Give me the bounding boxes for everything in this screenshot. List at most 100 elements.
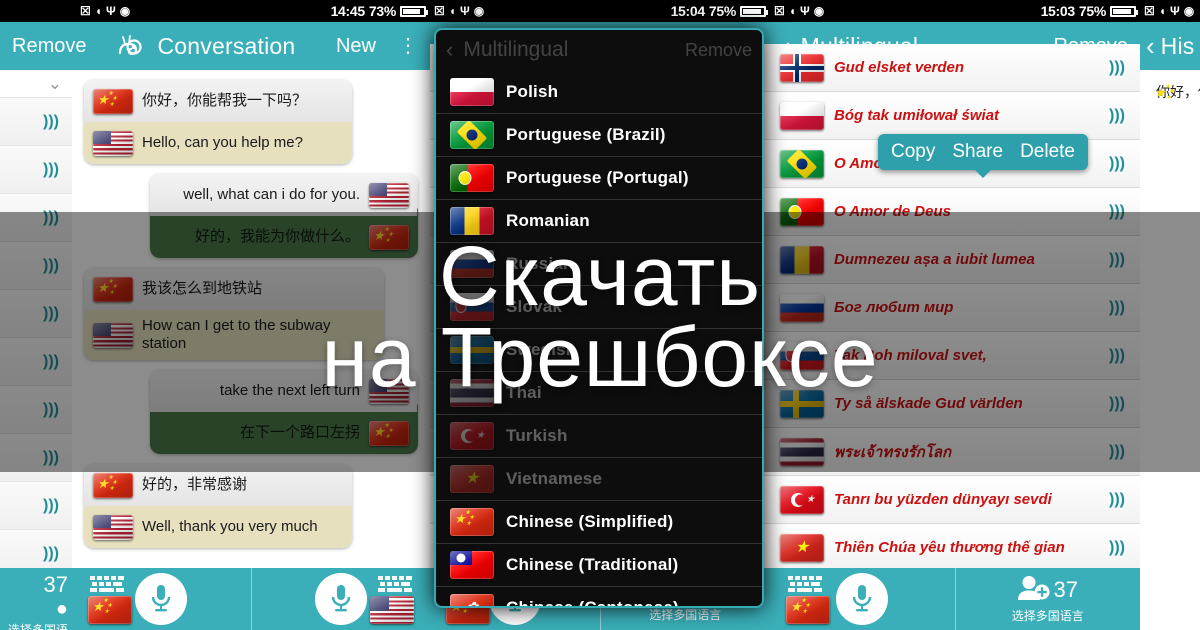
speaker-icon[interactable]: ))) xyxy=(1104,151,1130,177)
language-option[interactable]: Romanian xyxy=(436,199,762,242)
translation-row[interactable]: O Amor de Deus))) xyxy=(770,188,1140,236)
message-translation: 好的，我能为你做什么。 ★ ★ ★ ★ xyxy=(150,216,418,258)
language-option[interactable]: Portuguese (Brazil) xyxy=(436,113,762,156)
speaker-icon[interactable]: ))) xyxy=(1104,391,1130,417)
share-button[interactable]: Share xyxy=(952,141,1003,163)
overflow-menu-icon[interactable]: ⋮ xyxy=(398,36,418,56)
modal-remove-button[interactable]: Remove xyxy=(685,40,752,61)
flag-cn-icon[interactable]: ★★★★ xyxy=(786,596,830,624)
flag-cn-icon: ★ ★ ★ ★ xyxy=(369,420,409,446)
modal-title: Multilingual xyxy=(463,38,569,61)
message-source: well, what can i do for you. xyxy=(150,174,418,216)
language-picker-modal[interactable]: ‹ Multilingual Remove Polish Portuguese (… xyxy=(434,28,764,608)
snail-at-logo-icon xyxy=(118,33,148,59)
language-option[interactable]: Thai xyxy=(436,371,762,414)
language-option[interactable]: Polish xyxy=(436,70,762,113)
translation-row[interactable]: Bóg tak umiłował świat))) xyxy=(770,92,1140,140)
translation-row[interactable]: Ty så älskade Gud världen))) xyxy=(770,380,1140,428)
microphone-icon[interactable] xyxy=(135,573,188,625)
delete-button[interactable]: Delete xyxy=(1020,141,1075,163)
language-name: Portuguese (Portugal) xyxy=(506,168,689,187)
wifi-icon: ◖ xyxy=(448,4,457,18)
flag-br-icon xyxy=(450,121,494,149)
message-bubble[interactable]: well, what can i do for you. 好的，我能为你做什么。… xyxy=(150,174,418,258)
language-option[interactable]: Swedish xyxy=(436,328,762,371)
flag-cn-icon: ★ ★ ★ ★ xyxy=(93,276,133,302)
speaker-icon[interactable]: ))) xyxy=(1104,535,1130,561)
translation-row[interactable]: Tak Boh miloval svet,))) xyxy=(770,332,1140,380)
flag-pl-icon xyxy=(450,77,494,106)
chevron-left-icon[interactable]: ‹ xyxy=(446,37,453,63)
flag-us-icon xyxy=(93,130,133,156)
translation-row[interactable]: Gud elsket verden))) xyxy=(770,44,1140,92)
microphone-icon[interactable] xyxy=(314,573,367,625)
sim-icon: ☒ xyxy=(774,4,785,18)
flag-us-icon xyxy=(93,514,133,540)
message-translation: Well, thank you very much xyxy=(84,506,352,548)
flag-cn-icon[interactable]: ★★★★ xyxy=(88,596,132,624)
flag-th-icon xyxy=(780,437,824,466)
copy-button[interactable]: Copy xyxy=(891,141,935,163)
speaker-icon[interactable]: ))) xyxy=(1104,487,1130,513)
message-translation: 在下一个路口左拐 ★ ★ ★ ★ xyxy=(150,412,418,454)
language-option[interactable]: Chinese (Traditional) xyxy=(436,543,762,586)
new-button[interactable]: New xyxy=(336,35,376,58)
flag-hk-icon: ✿ xyxy=(450,594,494,606)
message-text: 在下一个路口左拐 xyxy=(239,424,360,441)
translation-row[interactable]: ★ Thiên Chúa yêu thương thế gian))) xyxy=(770,524,1140,568)
mic-half-right[interactable] xyxy=(250,568,431,630)
status-bar-right: ☒ ◖ Ψ ◉ 15:03 75% xyxy=(770,0,1140,22)
speaker-icon[interactable]: ))) xyxy=(1104,343,1130,369)
chevron-left-icon[interactable]: ‹ xyxy=(1146,33,1155,59)
language-option[interactable]: ★ Vietnamese xyxy=(436,457,762,500)
message-bubble[interactable]: ★ ★ ★ ★ 好的，非常感谢 Well, thank you very much xyxy=(84,464,352,548)
language-name: Chinese (Traditional) xyxy=(506,555,679,574)
language-option[interactable]: ✿ Chinese (Cantonese) xyxy=(436,586,762,606)
message-bubble[interactable]: take the next left turn 在下一个路口左拐 ★ ★ ★ ★ xyxy=(150,370,418,454)
message-bubble[interactable]: ★ ★ ★ ★ 我该怎么到地铁站 How can I get to the subwa… xyxy=(84,268,384,360)
history-card[interactable]: ★★★★ 你好，你 xyxy=(1150,82,1200,102)
flag-pl-icon xyxy=(780,101,824,130)
translation-text: Bóg tak umiłował świat xyxy=(834,107,1000,124)
speaker-icon[interactable]: ))) xyxy=(1104,247,1130,273)
language-option[interactable]: Slovak xyxy=(436,285,762,328)
flag-ru-icon xyxy=(450,250,494,278)
language-name: Chinese (Simplified) xyxy=(506,512,674,531)
flag-pt-icon xyxy=(780,197,824,226)
battery-icon xyxy=(400,5,428,17)
context-menu[interactable]: Copy Share Delete xyxy=(878,134,1088,178)
language-option[interactable]: ★ ★ ★ ★ Chinese (Simplified) xyxy=(436,500,762,543)
speaker-icon[interactable]: ))) xyxy=(1104,295,1130,321)
bubble-tail xyxy=(84,494,85,510)
battery-icon xyxy=(740,5,768,17)
multilingual-half[interactable]: 37 选择多国语言 xyxy=(954,568,1141,630)
history-body: ★★★★ 你好，你 xyxy=(1140,70,1200,630)
language-option[interactable]: Portuguese (Portugal) xyxy=(436,156,762,199)
flag-us-icon[interactable] xyxy=(370,596,414,624)
translation-row[interactable]: ★ Tanrı bu yüzden dünyayı sevdi))) xyxy=(770,476,1140,524)
language-option[interactable]: ★ Turkish xyxy=(436,414,762,457)
conversation-thread: ★ ★ ★ ★ 你好，你能帮我一下吗？ Hello, can you help me?… xyxy=(72,70,430,568)
select-languages-button[interactable]: 37 选择多国语言 xyxy=(1012,575,1084,624)
message-text: 好的，非常感谢 xyxy=(142,476,248,493)
message-translation: How can I get to the subway station xyxy=(84,310,384,360)
speaker-icon[interactable]: ))) xyxy=(1104,55,1130,81)
translation-row[interactable]: พระเจ้าทรงรักโลก))) xyxy=(770,428,1140,476)
mic-half[interactable]: ★★★★ xyxy=(770,568,955,630)
language-option[interactable]: Russian xyxy=(436,242,762,285)
speaker-icon[interactable]: ))) xyxy=(1104,199,1130,225)
translation-row[interactable]: Бог любит мир))) xyxy=(770,284,1140,332)
remove-button[interactable]: Remove xyxy=(12,35,86,58)
message-row: ★ ★ ★ ★ 我该怎么到地铁站 How can I get to the subwa… xyxy=(84,268,418,360)
speaker-icon[interactable]: ))) xyxy=(1104,439,1130,465)
message-text: well, what can i do for you. xyxy=(183,186,360,203)
android-icon: ◉ xyxy=(119,4,131,18)
mic-half-left[interactable]: ★ ★ ★ ★ xyxy=(72,568,251,630)
speaker-icon[interactable]: ))) xyxy=(1104,103,1130,129)
language-name: Turkish xyxy=(506,426,568,445)
message-text: 我该怎么到地铁站 xyxy=(142,280,263,297)
message-bubble[interactable]: ★ ★ ★ ★ 你好，你能帮我一下吗？ Hello, can you help me? xyxy=(84,80,352,164)
language-name: Russian xyxy=(506,254,574,273)
translation-row[interactable]: Dumnezeu așa a iubit lumea))) xyxy=(770,236,1140,284)
microphone-icon[interactable] xyxy=(836,573,889,625)
